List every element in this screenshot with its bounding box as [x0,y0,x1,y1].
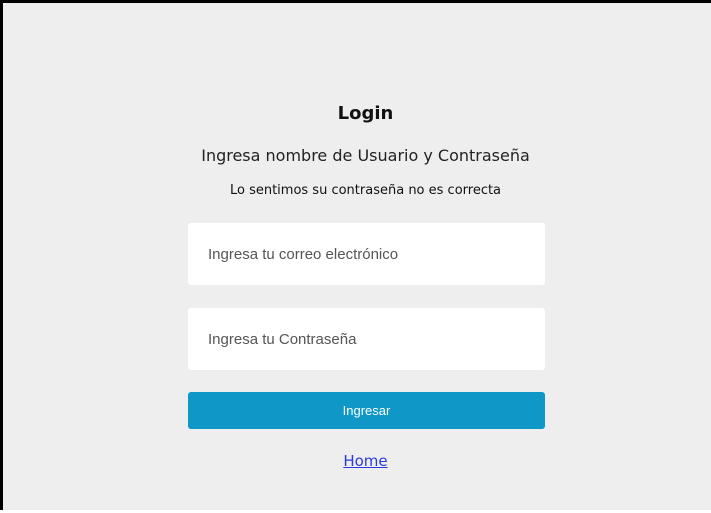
email-field-container [188,223,545,285]
password-field-container [188,308,545,370]
login-subtitle: Ingresa nombre de Usuario y Contraseña [201,146,530,165]
login-panel: Login Ingresa nombre de Usuario y Contra… [3,3,711,513]
login-title: Login [337,103,394,124]
page-frame: Login Ingresa nombre de Usuario y Contra… [0,0,711,510]
home-link[interactable]: Home [343,452,387,470]
email-field[interactable] [188,223,545,285]
home-link-container: Home [3,452,711,470]
password-field[interactable] [188,308,545,370]
login-button[interactable]: Ingresar [188,392,545,429]
error-message: Lo sentimos su contraseña no es correcta [229,183,502,198]
